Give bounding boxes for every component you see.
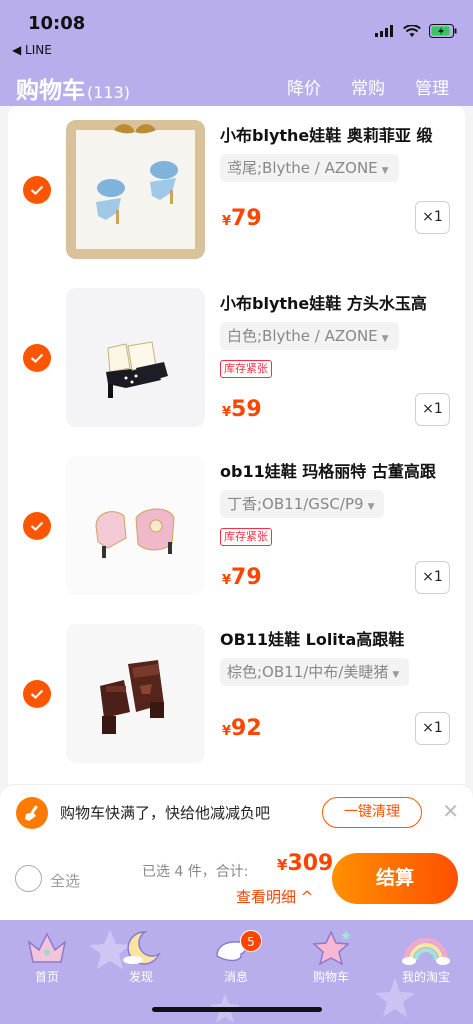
tab-label: 发现: [128, 970, 153, 984]
item-price: ¥59: [222, 397, 262, 422]
sku-text: 棕色;OB11/中布/美睫猪: [227, 663, 389, 681]
tab-label: 消息: [223, 970, 248, 984]
manage-button[interactable]: 管理: [415, 74, 449, 99]
cart-full-banner: 购物车快满了，快给他减减负吧 一键清理 ✕: [0, 784, 473, 839]
product-image[interactable]: [66, 288, 205, 427]
price-value: 79: [231, 206, 262, 231]
tab-label: 我的淘宝: [401, 970, 450, 984]
product-title[interactable]: ob11娃鞋 玛格丽特 古董高跟: [220, 458, 460, 482]
selected-summary: 已选 4 件，合计:: [142, 864, 249, 880]
low-stock-badge: 库存紧张: [220, 528, 272, 546]
broom-icon: [16, 797, 48, 829]
item-checkbox-checked[interactable]: [23, 344, 51, 372]
banner-text: 购物车快满了，快给他减减负吧: [60, 804, 271, 822]
currency-symbol: ¥: [277, 856, 288, 874]
tab-messages[interactable]: 5 消息: [196, 928, 276, 985]
battery-icon: [429, 24, 457, 38]
currency-symbol: ¥: [222, 214, 232, 229]
tab-my-taobao[interactable]: 我的淘宝: [386, 928, 466, 985]
cart-item[interactable]: 小布blythe娃鞋 方头水玉高 白色;Blythe / AZONE ▼ 库存紧张…: [8, 274, 465, 442]
cart-count: (113): [87, 83, 131, 102]
check-icon: [30, 185, 44, 195]
wifi-icon: [403, 24, 421, 37]
price-value: 79: [231, 565, 262, 590]
status-icons: [375, 24, 457, 38]
rainbow-icon: [402, 938, 450, 965]
view-details-link[interactable]: 查看明细 ^: [236, 886, 313, 907]
tab-cart[interactable]: 购物车: [291, 928, 371, 985]
chevron-down-icon: ▼: [381, 166, 389, 176]
currency-symbol: ¥: [222, 724, 232, 739]
product-image[interactable]: [66, 456, 205, 595]
chevron-down-icon: ▼: [367, 502, 375, 512]
message-badge: 5: [240, 930, 262, 952]
cart-header: 购物车 (113) 降价 常购 管理: [0, 62, 473, 106]
home-indicator[interactable]: [152, 1007, 322, 1012]
product-title[interactable]: 小布blythe娃鞋 方头水玉高: [220, 290, 460, 314]
quantity-button[interactable]: ×1: [415, 712, 450, 745]
chevron-down-icon: ▼: [392, 670, 400, 680]
tab-home[interactable]: 首页: [7, 928, 87, 985]
product-image[interactable]: [66, 624, 205, 763]
item-checkbox-checked[interactable]: [23, 512, 51, 540]
check-icon: [30, 521, 44, 531]
price-value: 59: [231, 397, 262, 422]
back-to-line-link[interactable]: ◀ LINE: [12, 43, 52, 57]
quantity-button[interactable]: ×1: [415, 393, 450, 426]
quantity-button[interactable]: ×1: [415, 201, 450, 234]
currency-symbol: ¥: [222, 573, 232, 588]
crown-icon: [27, 932, 67, 963]
price-drop-tab[interactable]: 降价: [287, 74, 321, 99]
check-icon: [30, 353, 44, 363]
sku-selector[interactable]: 鸢尾;Blythe / AZONE ▼: [220, 154, 399, 182]
total-price: ¥309: [277, 851, 333, 876]
sku-text: 白色;Blythe / AZONE: [227, 327, 378, 345]
item-checkbox-checked[interactable]: [23, 176, 51, 204]
header-nav: 降价 常购 管理: [287, 74, 449, 99]
select-all-label[interactable]: 全选: [50, 870, 80, 891]
star-icon: [312, 930, 351, 966]
sku-selector[interactable]: 棕色;OB11/中布/美睫猪 ▼: [220, 658, 410, 686]
sku-text: 鸢尾;Blythe / AZONE: [227, 159, 378, 177]
check-icon: [30, 689, 44, 699]
product-title[interactable]: 小布blythe娃鞋 奥莉菲亚 缎: [220, 122, 460, 146]
quantity-button[interactable]: ×1: [415, 561, 450, 594]
product-image[interactable]: [66, 120, 205, 259]
tab-discover[interactable]: 发现: [101, 928, 181, 985]
close-icon[interactable]: ✕: [442, 799, 459, 823]
status-bar: 10:08 ◀ LINE: [0, 0, 473, 62]
checkout-button[interactable]: 结算: [332, 853, 458, 904]
moon-icon: [123, 931, 161, 965]
item-price: ¥79: [222, 206, 262, 231]
page-title-text: 购物车: [16, 78, 85, 104]
cart-item[interactable]: ob11娃鞋 玛格丽特 古董高跟 丁香;OB11/GSC/P9 ▼ 库存紧张 ¥7…: [8, 442, 465, 610]
signal-icon: [375, 25, 393, 37]
item-price: ¥79: [222, 565, 262, 590]
currency-symbol: ¥: [222, 405, 232, 420]
tab-label: 购物车: [312, 970, 349, 984]
cart-item[interactable]: 小布blythe娃鞋 奥莉菲亚 缎 鸢尾;Blythe / AZONE ▼ ¥79…: [8, 106, 465, 274]
select-all-checkbox[interactable]: [15, 865, 42, 892]
chevron-down-icon: ▼: [381, 334, 389, 344]
product-title[interactable]: OB11娃鞋 Lolita高跟鞋: [220, 626, 460, 650]
low-stock-badge: 库存紧张: [220, 360, 272, 378]
bottom-tab-bar: 首页 发现 5 消息 购物车 我的淘宝: [0, 920, 473, 1024]
checkout-bar: 全选 已选 4 件，合计: ¥309 查看明细 ^ 结算: [0, 839, 473, 920]
tab-label: 首页: [34, 970, 59, 984]
one-click-clean-button[interactable]: 一键清理: [322, 797, 422, 828]
item-checkbox-checked[interactable]: [23, 680, 51, 708]
sku-text: 丁香;OB11/GSC/P9: [227, 495, 364, 513]
price-value: 92: [231, 716, 262, 741]
frequent-buy-tab[interactable]: 常购: [351, 74, 385, 99]
sku-selector[interactable]: 丁香;OB11/GSC/P9 ▼: [220, 490, 385, 518]
page-title: 购物车 (113): [16, 71, 130, 105]
cart-item[interactable]: OB11娃鞋 Lolita高跟鞋 棕色;OB11/中布/美睫猪 ▼ ¥92 ×1: [8, 610, 465, 778]
sku-selector[interactable]: 白色;Blythe / AZONE ▼: [220, 322, 399, 350]
cart-item-list[interactable]: 小布blythe娃鞋 奥莉菲亚 缎 鸢尾;Blythe / AZONE ▼ ¥79…: [8, 106, 465, 796]
clock: 10:08: [28, 13, 86, 34]
item-price: ¥92: [222, 716, 262, 741]
total-value: 309: [287, 851, 334, 876]
